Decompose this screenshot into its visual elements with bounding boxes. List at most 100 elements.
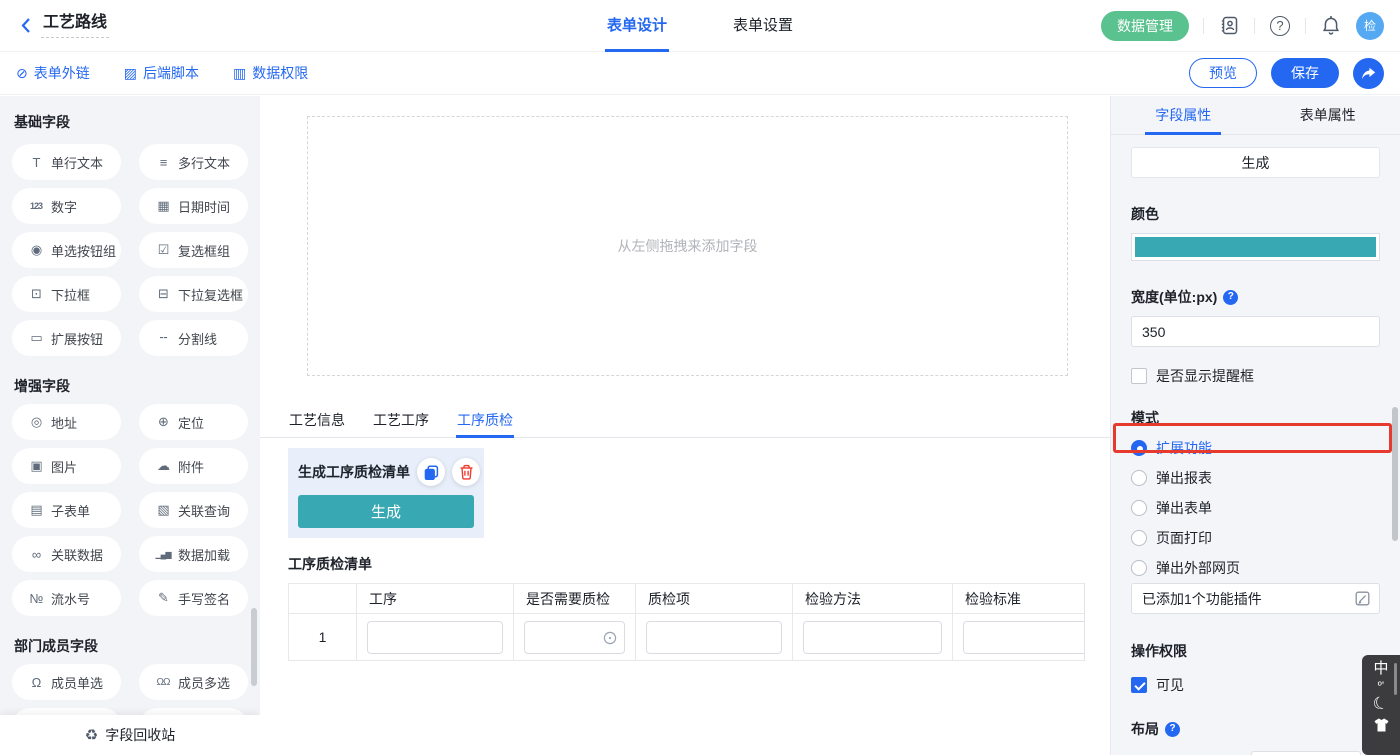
tab-form-settings[interactable]: 表单设置 [731, 0, 795, 52]
field-item-single-line-text[interactable]: T单行文本 [12, 144, 121, 180]
field-item-multi-line-text[interactable]: ≡多行文本 [139, 144, 248, 180]
tab-form-properties[interactable]: 表单属性 [1256, 96, 1400, 134]
row-width-select[interactable]: 1/4 [1251, 751, 1361, 755]
field-item-location[interactable]: ⊕定位 [139, 404, 248, 440]
field-item-datetime[interactable]: ▦日期时间 [139, 188, 248, 224]
user-avatar[interactable]: 检 [1356, 12, 1384, 40]
ime-moon-icon[interactable]: ☾ [1371, 692, 1392, 716]
tab-step-quality-check[interactable]: 工序质检 [456, 404, 514, 438]
ime-punctuation-button[interactable]: º’ [1378, 680, 1384, 692]
field-item-checkbox-group[interactable]: ☑复选框组 [139, 232, 248, 268]
field-item-dropdown[interactable]: ⊡ 下拉框 [12, 276, 121, 312]
tab-form-design[interactable]: 表单设计 [605, 0, 669, 52]
people-icon: ΩΩ [153, 677, 173, 688]
data-manage-button[interactable]: 数据管理 [1101, 11, 1189, 41]
notification-button[interactable] [1320, 15, 1342, 37]
mode-option-extend-function[interactable]: 扩展功能 [1131, 439, 1380, 457]
field-item-relation-data[interactable]: ∞关联数据 [12, 536, 121, 572]
field-item-label: 下拉复选框 [178, 285, 243, 304]
button-text-field[interactable]: 生成 [1131, 147, 1380, 178]
radio-icon[interactable] [1131, 470, 1147, 486]
help-button[interactable]: ? [1269, 15, 1291, 37]
radio-icon[interactable] [1131, 500, 1147, 516]
share-button[interactable] [1353, 58, 1384, 89]
single-line-text-icon: T [26, 155, 46, 170]
divider [1254, 18, 1255, 34]
properties-panel: 字段属性 表单属性 生成 颜色 宽度(单位:px) ? 是否显示提醒框 模式 扩… [1110, 96, 1400, 755]
field-item-member-single[interactable]: Ω成员单选 [12, 664, 121, 700]
dropdown-icon: ⊡ [26, 286, 46, 302]
width-help-icon[interactable]: ? [1223, 290, 1238, 305]
ime-toolbar: 中 º’ ☾ [1362, 655, 1400, 755]
top-tab-group: 表单设计 表单设置 [605, 0, 795, 52]
qc-item-input[interactable] [646, 621, 782, 654]
width-input[interactable] [1131, 316, 1380, 347]
contact-book-button[interactable] [1218, 15, 1240, 37]
page-title[interactable]: 工艺路线 [41, 14, 109, 38]
backend-script-link[interactable]: ▨ 后端脚本 [124, 63, 199, 83]
save-button[interactable]: 保存 [1271, 58, 1339, 88]
relation-query-icon: ▧ [153, 502, 173, 518]
mode-option-external-page[interactable]: 弹出外部网页 [1131, 559, 1380, 577]
field-item-address[interactable]: ◎地址 [12, 404, 121, 440]
field-item-signature[interactable]: ✎手写签名 [139, 580, 248, 616]
generate-button[interactable]: 生成 [298, 495, 474, 528]
field-item-serial-number[interactable]: №流水号 [12, 580, 121, 616]
field-item-label: 多行文本 [178, 153, 230, 172]
field-item-extend-button[interactable]: ▭扩展按钮 [12, 320, 121, 356]
field-item-multi-dropdown[interactable]: ⊟下拉复选框 [139, 276, 248, 312]
preview-button[interactable]: 预览 [1189, 58, 1257, 88]
delete-field-button[interactable] [452, 458, 480, 486]
quality-check-table: 工序 是否需要质检 质检项 检验方法 检验标准 1 [288, 583, 1085, 661]
reminder-checkbox[interactable] [1131, 368, 1147, 384]
ime-skin-button[interactable] [1373, 718, 1390, 737]
field-item-member-multi[interactable]: ΩΩ成员多选 [139, 664, 248, 700]
ime-chinese-mode-button[interactable]: 中 [1373, 660, 1388, 678]
field-item-number[interactable]: 123数字 [12, 188, 121, 224]
field-item-image[interactable]: ▣图片 [12, 448, 121, 484]
field-item-relation-query[interactable]: ▧关联查询 [139, 492, 248, 528]
need-qc-input[interactable] [524, 621, 625, 654]
sidebar-scrollbar[interactable] [251, 608, 257, 686]
chevron-left-icon [20, 17, 31, 34]
recycle-icon: ♻ [85, 726, 98, 744]
radio-icon[interactable] [1131, 530, 1147, 546]
field-item-label: 子表单 [51, 501, 90, 520]
col-header-qc-item: 质检项 [636, 584, 793, 614]
color-picker[interactable] [1131, 233, 1380, 261]
form-external-link[interactable]: ⊘ 表单外链 [16, 63, 90, 83]
field-item-radio-group[interactable]: ◉单选按钮组 [12, 232, 121, 268]
reminder-label: 是否显示提醒框 [1156, 366, 1254, 386]
field-recycle-bin[interactable]: ♻ 字段回收站 [0, 715, 260, 755]
process-input[interactable] [367, 621, 503, 654]
field-item-divider-line[interactable]: ╌分割线 [139, 320, 248, 356]
back-button[interactable] [20, 17, 31, 34]
edit-pencil-icon[interactable] [1355, 591, 1370, 606]
field-item-data-load[interactable]: ▁▄▆数据加载 [139, 536, 248, 572]
field-item-label: 下拉框 [51, 285, 90, 304]
enhanced-fields-grid: ◎地址 ⊕定位 ▣图片 ☁附件 ▤子表单 ▧关联查询 ∞关联数据 ▁▄▆数据加载… [12, 404, 248, 616]
mode-option-page-print[interactable]: 页面打印 [1131, 529, 1380, 547]
visible-checkbox[interactable] [1131, 677, 1147, 693]
radio-icon[interactable] [1131, 560, 1147, 576]
data-permission-link[interactable]: ▥ 数据权限 [233, 63, 308, 83]
tab-process-info[interactable]: 工艺信息 [288, 404, 346, 438]
inspect-method-input[interactable] [803, 621, 942, 654]
field-dropzone[interactable]: 从左侧拖拽来添加字段 [307, 116, 1068, 376]
inspect-standard-input[interactable] [963, 621, 1085, 654]
ime-scrollbar [1394, 663, 1397, 695]
plugin-field[interactable]: 已添加1个功能插件 [1131, 583, 1380, 614]
panel-scrollbar[interactable] [1392, 407, 1398, 541]
field-item-subform[interactable]: ▤子表单 [12, 492, 121, 528]
tab-field-properties[interactable]: 字段属性 [1111, 96, 1256, 134]
link-icon: ⊘ [16, 65, 28, 82]
mode-option-popup-report[interactable]: 弹出报表 [1131, 469, 1380, 487]
cloud-upload-icon: ☁ [153, 458, 173, 474]
radio-selected-icon[interactable] [1131, 440, 1147, 456]
layout-help-icon[interactable]: ? [1165, 722, 1180, 737]
tab-process-steps[interactable]: 工艺工序 [372, 404, 430, 438]
selected-field-block[interactable]: 生成工序质检清单 生成 [288, 448, 484, 538]
mode-option-popup-form[interactable]: 弹出表单 [1131, 499, 1380, 517]
copy-field-button[interactable] [417, 458, 445, 486]
field-item-attachment[interactable]: ☁附件 [139, 448, 248, 484]
